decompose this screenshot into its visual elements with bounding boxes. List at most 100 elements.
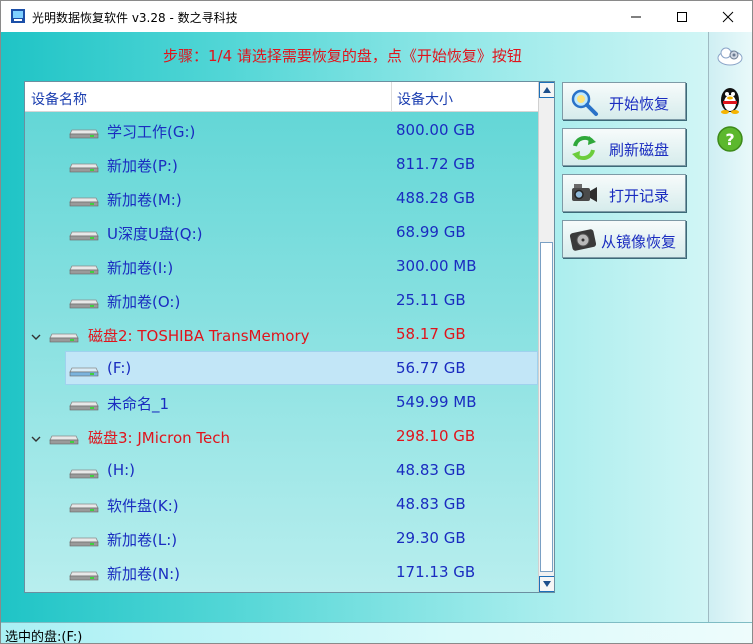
- device-size: 549.99 MB: [396, 393, 477, 411]
- drive-icon: [69, 294, 99, 309]
- device-name: 新加卷(P:): [107, 157, 178, 175]
- partition-row[interactable]: 新加卷(I:) 300.00 MB: [25, 249, 538, 283]
- device-size: 488.28 GB: [396, 189, 476, 207]
- hard-disk-icon: [569, 229, 597, 251]
- drive-icon: [69, 566, 99, 581]
- partition-row[interactable]: (F:) 56.77 GB: [25, 351, 538, 385]
- device-name: 磁盘2: TOSHIBA TransMemory: [88, 327, 310, 345]
- partition-row[interactable]: 新加卷(O:) 25.11 GB: [25, 283, 538, 317]
- device-size: 29.30 GB: [396, 529, 466, 547]
- device-size: 48.83 GB: [396, 495, 466, 513]
- client-area: 步骤：1/4 请选择需要恢复的盘，点《开始恢复》按钮 设备名称 设备大小 学习工…: [1, 32, 752, 622]
- scroll-down-button[interactable]: [539, 576, 554, 592]
- device-size: 300.00 MB: [396, 257, 477, 275]
- partition-row[interactable]: 学习工作(G:) 800.00 GB: [25, 113, 538, 147]
- device-size: 58.17 GB: [396, 325, 466, 343]
- start-recovery-label: 开始恢复: [609, 95, 670, 113]
- device-name: U深度U盘(Q:): [107, 225, 203, 243]
- mirror-recovery-label: 从镜像恢复: [601, 233, 677, 251]
- close-icon: [722, 11, 734, 22]
- partition-row[interactable]: 新加卷(N:) 171.13 GB: [25, 555, 538, 589]
- device-name: 新加卷(L:): [107, 531, 178, 549]
- open-records-label: 打开记录: [609, 187, 670, 205]
- minimize-icon: [631, 16, 641, 17]
- svg-text:?: ?: [725, 130, 734, 149]
- column-header-name[interactable]: 设备名称: [31, 89, 87, 109]
- selected-disk-status: 选中的盘:(F:): [5, 630, 83, 644]
- app-icon: [10, 8, 26, 24]
- step-instruction: 步骤：1/4 请选择需要恢复的盘，点《开始恢复》按钮: [163, 47, 522, 65]
- column-divider[interactable]: [391, 82, 392, 112]
- collapse-chevron-icon[interactable]: [30, 430, 42, 442]
- scroll-thumb[interactable]: [540, 242, 553, 572]
- drive-icon: [69, 532, 99, 547]
- device-size: 25.11 GB: [396, 291, 466, 309]
- selection-highlight: [65, 351, 538, 385]
- settings-cloud-icon[interactable]: [715, 40, 745, 70]
- help-question-icon[interactable]: ?: [715, 124, 745, 154]
- camcorder-icon: [572, 184, 597, 202]
- refresh-disks-button[interactable]: 刷新磁盘: [562, 128, 686, 166]
- window-title: 光明数据恢复软件 v3.28 - 数之寻科技: [32, 11, 238, 25]
- device-tree[interactable]: 设备名称 设备大小 学习工作(G:) 800.00 GB 新加卷(P:) 811.72…: [24, 81, 555, 593]
- drive-icon: [69, 260, 99, 275]
- title-bar: 光明数据恢复软件 v3.28 - 数之寻科技: [1, 1, 752, 32]
- side-panel: ?: [708, 32, 752, 622]
- drive-icon: [69, 192, 99, 207]
- maximize-button[interactable]: [659, 1, 705, 32]
- arrow-down-icon: [543, 581, 551, 587]
- partition-row[interactable]: 未命名_1 549.99 MB: [25, 385, 538, 419]
- device-name: 新加卷(I:): [107, 259, 174, 277]
- partition-row[interactable]: 新加卷(L:) 29.30 GB: [25, 521, 538, 555]
- device-name: 学习工作(G:): [107, 123, 196, 141]
- app-window: 光明数据恢复软件 v3.28 - 数之寻科技 步骤：1/4 请选择需要恢复的盘，…: [0, 0, 753, 644]
- refresh-icon: [572, 135, 596, 161]
- drive-icon: [69, 226, 99, 241]
- device-name: 软件盘(K:): [107, 497, 179, 515]
- start-recovery-button[interactable]: 开始恢复: [562, 82, 686, 120]
- device-name: (F:): [107, 359, 132, 377]
- drive-icon: [69, 498, 99, 513]
- scroll-up-button[interactable]: [539, 82, 554, 98]
- column-header-size[interactable]: 设备大小: [397, 89, 453, 109]
- device-name: 新加卷(O:): [107, 293, 181, 311]
- magnifier-icon: [571, 89, 598, 116]
- minimize-button[interactable]: [613, 1, 659, 32]
- device-size: 811.72 GB: [396, 155, 476, 173]
- device-size: 48.83 GB: [396, 461, 466, 479]
- device-size: 800.00 GB: [396, 121, 476, 139]
- drive-icon: [49, 328, 79, 343]
- drive-icon: [69, 362, 99, 377]
- disk-row[interactable]: 磁盘3: JMicron Tech 298.10 GB: [25, 419, 538, 453]
- device-name: 未命名_1: [107, 395, 170, 413]
- drive-icon: [49, 430, 79, 445]
- partition-row[interactable]: U深度U盘(Q:) 68.99 GB: [25, 215, 538, 249]
- drive-icon: [69, 464, 99, 479]
- close-button[interactable]: [705, 1, 751, 32]
- device-name: 新加卷(N:): [107, 565, 180, 583]
- arrow-up-icon: [543, 87, 551, 93]
- collapse-chevron-icon[interactable]: [30, 328, 42, 340]
- partition-row[interactable]: (H:) 48.83 GB: [25, 453, 538, 487]
- partition-row[interactable]: 软件盘(K:) 48.83 GB: [25, 487, 538, 521]
- mirror-recovery-button[interactable]: 从镜像恢复: [562, 220, 686, 258]
- device-name: (H:): [107, 461, 136, 479]
- disk-row[interactable]: 磁盘2: TOSHIBA TransMemory 58.17 GB: [25, 317, 538, 351]
- qq-penguin-icon[interactable]: [715, 84, 745, 114]
- device-size: 56.77 GB: [396, 359, 466, 377]
- device-size: 68.99 GB: [396, 223, 466, 241]
- vertical-scrollbar[interactable]: [538, 82, 554, 592]
- device-name: 新加卷(M:): [107, 191, 182, 209]
- device-size: 298.10 GB: [396, 427, 476, 445]
- status-bar: 选中的盘:(F:): [1, 622, 752, 644]
- refresh-disks-label: 刷新磁盘: [609, 141, 670, 159]
- drive-icon: [69, 396, 99, 411]
- open-records-button[interactable]: 打开记录: [562, 174, 686, 212]
- partition-row[interactable]: 新加卷(M:) 488.28 GB: [25, 181, 538, 215]
- partition-row[interactable]: 新加卷(P:) 811.72 GB: [25, 147, 538, 181]
- drive-icon: [69, 124, 99, 139]
- list-header: 设备名称 设备大小: [25, 82, 538, 112]
- drive-icon: [69, 158, 99, 173]
- device-size: 171.13 GB: [396, 563, 476, 581]
- device-name: 磁盘3: JMicron Tech: [88, 429, 231, 447]
